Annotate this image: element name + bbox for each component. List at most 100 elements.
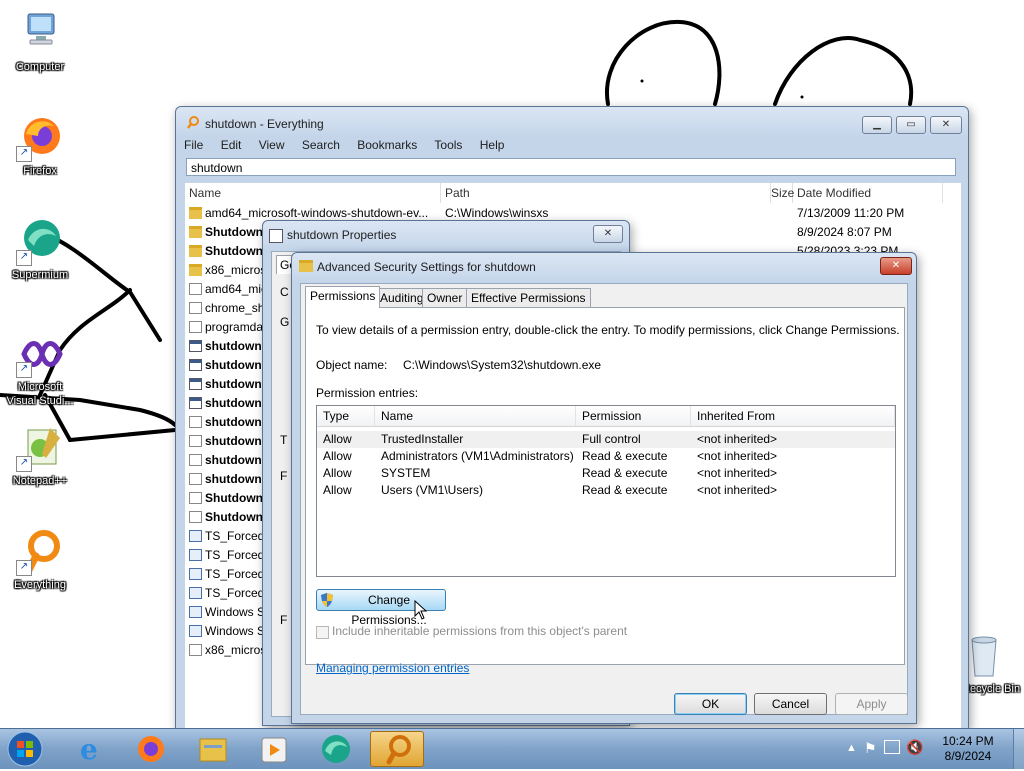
firefox-icon: ↗ <box>16 114 64 162</box>
menu-tools[interactable]: Tools <box>434 138 462 152</box>
close-button[interactable]: ✕ <box>593 225 623 243</box>
show-desktop-button[interactable] <box>1013 729 1024 769</box>
exe-file-icon <box>189 359 202 371</box>
maximize-button[interactable]: ▭ <box>896 116 926 134</box>
folder-icon <box>189 207 202 219</box>
file-icon <box>189 416 202 428</box>
show-hidden-icons-icon[interactable]: ▲ <box>846 742 857 754</box>
cell-name: programda <box>205 320 264 334</box>
file-icon <box>189 473 202 485</box>
cell-date: 8/9/2024 8:07 PM <box>797 225 892 239</box>
table-row[interactable]: Allow SYSTEM Read & execute <not inherit… <box>317 465 895 482</box>
file-icon <box>189 454 202 466</box>
close-button[interactable]: ✕ <box>930 116 962 134</box>
column-header-name[interactable]: Name <box>375 406 576 426</box>
clock[interactable]: 10:24 PM 8/9/2024 <box>938 734 998 764</box>
table-row[interactable]: Allow Users (VM1\Users) Read & execute <… <box>317 482 895 499</box>
desktop-icon-label: Firefox <box>23 165 57 177</box>
shortcut-file-icon <box>189 568 202 580</box>
inherit-checkbox[interactable] <box>316 626 329 639</box>
tab-auditing[interactable]: Auditing <box>375 288 429 307</box>
cell-name: TrustedInstaller <box>381 432 464 446</box>
cell-name: Users (VM1\Users) <box>381 483 484 497</box>
desktop-icon-notepadpp[interactable]: ↗ Notepad++ <box>2 424 78 488</box>
start-button[interactable] <box>6 730 44 768</box>
column-header-permission[interactable]: Permission <box>576 406 691 426</box>
apply-button[interactable]: Apply <box>835 693 908 715</box>
menu-edit[interactable]: Edit <box>221 138 242 152</box>
taskbar-ie[interactable]: e <box>63 731 117 767</box>
cell-inherited: <not inherited> <box>697 483 778 497</box>
menu-bookmarks[interactable]: Bookmarks <box>357 138 417 152</box>
shortcut-arrow-icon: ↗ <box>16 146 32 162</box>
cell-name: Windows S <box>205 624 266 638</box>
taskbar-media-player[interactable] <box>247 731 301 767</box>
exe-file-icon <box>189 378 202 390</box>
folder-icon <box>189 264 202 276</box>
object-name-value: C:\Windows\System32\shutdown.exe <box>403 358 602 372</box>
cell-name: Shutdown <box>205 510 263 524</box>
tab-permissions[interactable]: Permissions <box>305 286 381 308</box>
file-icon <box>189 511 202 523</box>
label-fragment: F <box>280 613 288 627</box>
ok-button[interactable]: OK <box>674 693 747 715</box>
exe-file-icon <box>189 340 202 352</box>
advanced-security-dialog: Advanced Security Settings for shutdown … <box>291 252 917 724</box>
desktop-icon-firefox[interactable]: ↗ Firefox <box>2 114 78 178</box>
table-header: Type Name Permission Inherited From <box>317 406 895 427</box>
cell-name: shutdown. <box>205 377 265 391</box>
network-icon[interactable] <box>884 740 900 754</box>
column-header-inherited[interactable]: Inherited From <box>691 406 895 426</box>
cell-name: shutdown. <box>205 358 265 372</box>
label-fragment: C <box>280 285 289 299</box>
desktop-icon-computer[interactable]: Computer <box>2 10 78 74</box>
media-player-icon <box>261 737 287 763</box>
taskbar-supermium[interactable] <box>309 731 363 767</box>
menu-view[interactable]: View <box>259 138 285 152</box>
cell-name: Windows S <box>205 605 266 619</box>
table-row[interactable]: Allow Administrators (VM1\Administrators… <box>317 448 895 465</box>
column-header-type[interactable]: Type <box>317 406 375 426</box>
cell-name: Administrators (VM1\Administrators) <box>381 449 574 463</box>
table-row[interactable]: Allow TrustedInstaller Full control <not… <box>317 431 895 448</box>
label-fragment: T <box>280 433 288 447</box>
volume-muted-icon[interactable]: 🔇 <box>906 739 923 756</box>
column-header-size[interactable]: Size <box>771 183 794 203</box>
supermium-icon <box>322 735 350 763</box>
shield-icon <box>321 593 333 607</box>
tab-effective-permissions[interactable]: Effective Permissions <box>466 288 591 307</box>
cancel-button[interactable]: Cancel <box>754 693 827 715</box>
tab-owner[interactable]: Owner <box>422 288 468 307</box>
cell-name: shutdown. <box>205 453 265 467</box>
taskbar-everything[interactable] <box>370 731 424 767</box>
close-button[interactable]: ✕ <box>880 257 912 275</box>
menu-help[interactable]: Help <box>480 138 505 152</box>
desktop-icon-label: Everything <box>14 579 66 591</box>
folder-icon <box>189 226 202 238</box>
column-header-name[interactable]: Name <box>185 183 441 203</box>
action-center-flag-icon[interactable]: ⚑ <box>864 740 877 757</box>
menu-search[interactable]: Search <box>302 138 340 152</box>
taskbar-explorer[interactable] <box>186 731 240 767</box>
everything-icon <box>386 735 411 765</box>
cell-inherited: <not inherited> <box>697 466 778 480</box>
search-input[interactable]: shutdown <box>186 158 956 176</box>
desktop-icon-everything[interactable]: ↗ Everything <box>2 528 78 592</box>
visual-studio-icon: ↗ <box>16 330 64 378</box>
cell-type: Allow <box>323 483 352 497</box>
window-title: shutdown Properties <box>287 228 397 242</box>
desktop-icon-supermium[interactable]: ↗ Supermium <box>2 218 78 282</box>
permission-entries-table: Type Name Permission Inherited From Allo… <box>316 405 896 577</box>
cell-type: Allow <box>323 466 352 480</box>
desktop-icon-visual-studio[interactable]: ↗ Microsoft Visual Studi... <box>2 330 78 408</box>
cell-inherited: <not inherited> <box>697 432 778 446</box>
managing-permissions-link[interactable]: Managing permission entries <box>316 661 469 675</box>
cell-type: Allow <box>323 432 352 446</box>
cell-permission: Read & execute <box>582 466 668 480</box>
column-header-path[interactable]: Path <box>441 183 771 203</box>
minimize-button[interactable]: ▁ <box>862 116 892 134</box>
taskbar-firefox[interactable] <box>124 731 178 767</box>
column-header-date[interactable]: Date Modified <box>793 183 943 203</box>
menu-file[interactable]: File <box>184 138 203 152</box>
system-tray: ▲ ⚑ 🔇 10:24 PM 8/9/2024 <box>834 729 1024 769</box>
